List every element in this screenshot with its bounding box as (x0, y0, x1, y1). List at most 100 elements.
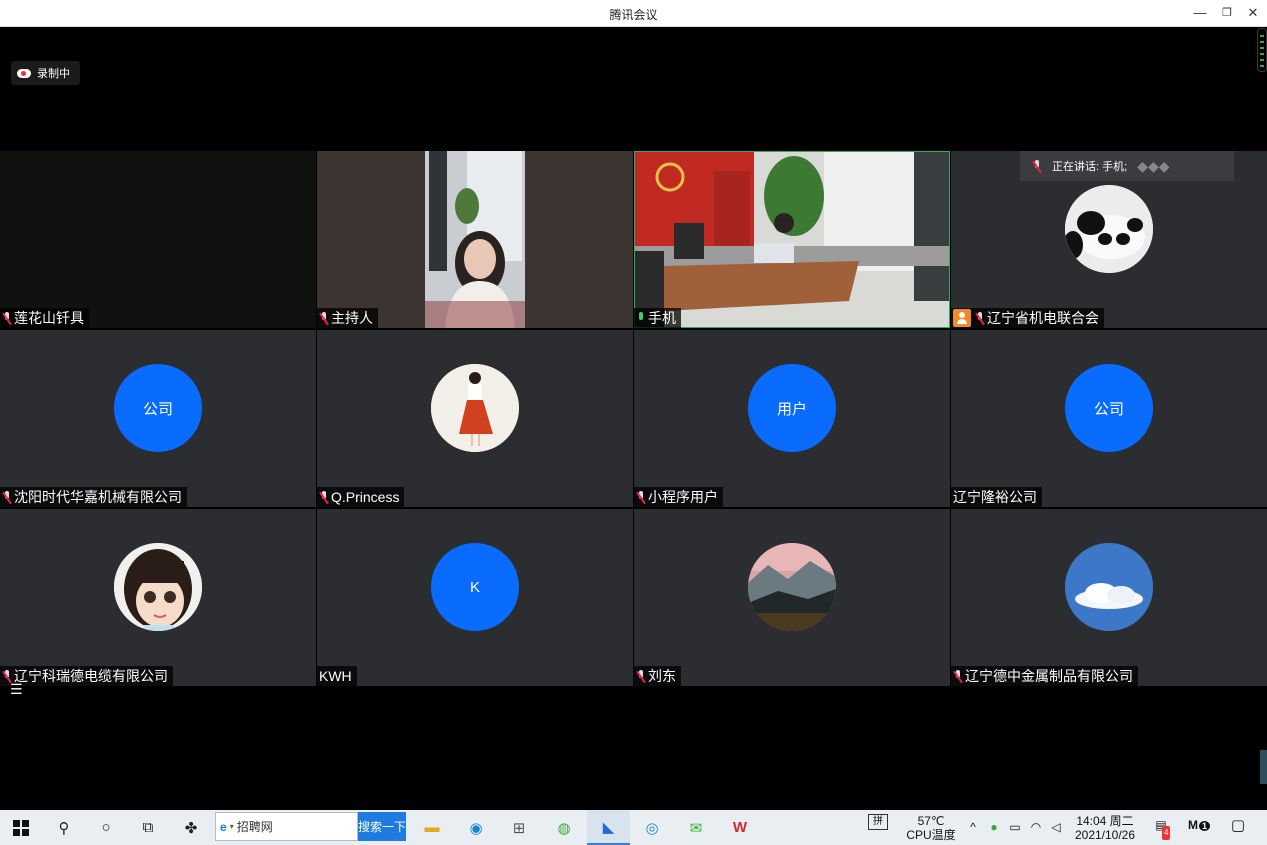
wifi-icon[interactable]: ◠ (1028, 820, 1044, 834)
participant-avatar: K (431, 543, 519, 631)
blurred-name: ◆◆◆ (1137, 157, 1170, 174)
participant-avatar: 用户 (748, 364, 836, 452)
title-bar: 腾讯会议 — ❐ ✕ (0, 0, 1267, 27)
fan-app-icon[interactable]: ✤ (170, 810, 212, 845)
taskbar: ⚲ ○ ⧉ ✤ e ▾ 招聘网 搜索一下 ▬ ◉ ⊞ ◍ ◣ ◎ ✉ W 拼 5… (0, 810, 1267, 845)
participant-tile[interactable]: 莲花山钎具 (0, 151, 316, 328)
room-video-feed (634, 151, 950, 328)
minimize-button[interactable]: — (1188, 3, 1212, 23)
participant-nametag: Q.Princess (317, 487, 405, 507)
windows-icon (13, 819, 29, 836)
participant-photo-avatar (431, 364, 519, 452)
notification-app-icon[interactable]: ▤ 4 (1150, 818, 1172, 840)
participant-nametag: 莲花山钎具 (0, 308, 89, 328)
search-icon[interactable]: ⚲ (44, 810, 84, 845)
participant-name: 小程序用户 (648, 489, 718, 505)
action-center-icon[interactable]: ▢ (1228, 818, 1248, 833)
panda-avatar (1065, 185, 1153, 273)
window-title: 腾讯会议 (609, 8, 658, 22)
mic-muted-icon (975, 311, 985, 325)
participant-tile[interactable]: 手机 (634, 151, 950, 328)
recording-label: 录制中 (37, 68, 70, 80)
participant-nametag: 主持人 (317, 308, 378, 328)
participant-name: Q.Princess (331, 489, 400, 505)
mic-muted-icon (2, 311, 12, 325)
mic-muted-icon (2, 490, 12, 504)
participant-nametag: 辽宁科瑞德电缆有限公司 (0, 666, 173, 686)
video-grid: 莲花山钎具 主持人 手机 辽宁省机电联合会 公司 沈阳时代华嘉机械有限公司 Q.… (0, 151, 1267, 686)
cpu-temp-widget[interactable]: 57℃ CPU温度 (902, 814, 960, 842)
volume-icon[interactable]: ◁ (1048, 820, 1064, 834)
participant-avatar: 公司 (114, 364, 202, 452)
restore-button[interactable]: ❐ (1215, 3, 1239, 23)
clock-date: 2021/10/26 (1074, 828, 1136, 842)
participant-tile[interactable]: 用户 小程序用户 (634, 330, 950, 507)
battery-icon[interactable]: ▭ (1007, 820, 1023, 834)
participant-list-icon[interactable]: ☰ (10, 681, 23, 698)
mic-muted-icon (319, 490, 329, 504)
landscape-avatar (748, 543, 836, 631)
side-panel-handle[interactable] (1260, 750, 1267, 784)
participant-nametag: 小程序用户 (634, 487, 723, 507)
cpu-temp-label: CPU温度 (906, 828, 956, 842)
participant-avatar: 公司 (1065, 364, 1153, 452)
search-button[interactable]: 搜索一下 (358, 812, 406, 841)
participant-nametag: KWH (317, 666, 357, 686)
im-app-badge: 1 (1198, 821, 1210, 831)
search-input[interactable]: e ▾ 招聘网 (215, 812, 358, 841)
speaking-indicator: 正在讲话: 手机; ◆◆◆ (1020, 151, 1234, 181)
participant-tile[interactable]: 公司 沈阳时代华嘉机械有限公司 (0, 330, 316, 507)
participant-nametag: 辽宁隆裕公司 (951, 487, 1042, 507)
cloud-record-icon (17, 68, 31, 78)
wechat-icon[interactable]: ✉ (675, 810, 717, 845)
sky-avatar (1065, 543, 1153, 631)
task-view-icon[interactable]: ⧉ (128, 810, 168, 845)
participant-name: 辽宁科瑞德电缆有限公司 (14, 668, 168, 684)
participant-name: 沈阳时代华嘉机械有限公司 (14, 489, 182, 505)
cartoon-avatar (114, 543, 202, 631)
participant-tile[interactable]: 刘东 (634, 509, 950, 686)
participant-tile[interactable]: 辽宁科瑞德电缆有限公司 (0, 509, 316, 686)
cpu-temp-value: 57℃ (917, 814, 945, 828)
mic-muted-icon (636, 490, 646, 504)
participant-name: 辽宁德中金属制品有限公司 (965, 668, 1133, 684)
host-video-feed (317, 151, 633, 328)
file-explorer-icon[interactable]: ▬ (412, 810, 452, 845)
clock-time: 14:04 周二 (1076, 814, 1134, 828)
mic-muted-icon (319, 311, 329, 325)
clock[interactable]: 14:04 周二 2021/10/26 (1068, 814, 1142, 842)
participant-name: 刘东 (648, 668, 676, 684)
wps-icon[interactable]: W (719, 810, 761, 845)
search-input-text: 招聘网 (236, 820, 273, 834)
participant-name: KWH (319, 668, 352, 684)
security-tray-icon[interactable]: ● (986, 820, 1002, 834)
start-button[interactable] (0, 810, 42, 845)
participant-name: 辽宁隆裕公司 (953, 489, 1037, 505)
speaking-label: 正在讲话: 手机; (1052, 161, 1128, 173)
cortana-icon[interactable]: ○ (86, 810, 126, 845)
recording-indicator[interactable]: 录制中 (11, 61, 80, 85)
chevron-up-icon[interactable]: ^ (965, 820, 981, 834)
ime-indicator[interactable]: 拼 (868, 814, 888, 830)
tencent-meeting-icon[interactable]: ◣ (587, 810, 630, 845)
mic-muted-icon (953, 669, 963, 683)
participant-tile[interactable]: 辽宁德中金属制品有限公司 (951, 509, 1267, 686)
participant-tile[interactable]: K KWH (317, 509, 633, 686)
participant-name: 辽宁省机电联合会 (987, 310, 1099, 326)
im-app-icon[interactable]: M1 (1186, 818, 1212, 833)
participant-tile[interactable]: 主持人 (317, 151, 633, 328)
close-button[interactable]: ✕ (1241, 3, 1265, 23)
participant-tile[interactable]: Q.Princess (317, 330, 633, 507)
mic-muted-icon (636, 669, 646, 683)
participant-tile[interactable]: 公司 辽宁隆裕公司 (951, 330, 1267, 507)
eye-app-icon[interactable]: ◎ (632, 810, 672, 845)
cohost-badge-icon (953, 309, 971, 327)
browser-360-icon[interactable]: ◍ (543, 810, 585, 845)
participant-nametag: 刘东 (634, 666, 681, 686)
participant-nametag: 沈阳时代华嘉机械有限公司 (0, 487, 187, 507)
participant-nametag: 手机 (634, 308, 681, 328)
mic-active-icon (636, 311, 646, 325)
ie-icon: e (220, 819, 227, 834)
edge-icon[interactable]: ◉ (455, 810, 497, 845)
store-icon[interactable]: ⊞ (499, 810, 539, 845)
